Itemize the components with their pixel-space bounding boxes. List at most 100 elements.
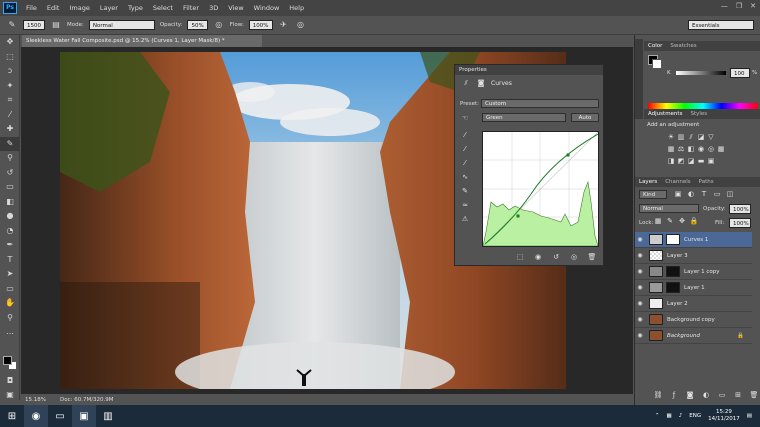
path-select-tool-icon[interactable]: ➤ [0,267,20,282]
threshold-icon[interactable]: ◪ [686,157,696,166]
filter-type-icon[interactable]: T [699,190,709,199]
filter-smart-icon[interactable]: ◫ [725,190,735,199]
layer-filter-select[interactable]: Kind [639,190,667,199]
menu-image[interactable]: Image [64,4,94,12]
clipping-warning-icon[interactable]: ⚠ [460,215,470,224]
layer-row-layer-1-copy[interactable]: ◉ Layer 1 copy [635,264,752,280]
hue-saturation-icon[interactable]: ▦ [666,145,676,154]
app-taskbar-icon[interactable]: ▥ [96,405,120,427]
curve-graph[interactable] [482,131,599,247]
smooth-curve-icon[interactable]: ≈ [460,201,470,210]
menu-view[interactable]: View [223,4,248,12]
color-bg-swatch[interactable] [652,59,662,69]
brush-tool-icon[interactable]: ✎ [6,19,18,31]
menu-window[interactable]: Window [249,4,285,12]
layer-mask-thumb[interactable] [666,266,680,277]
visibility-eye-icon[interactable]: ◉ [635,284,645,291]
pressure-opacity-icon[interactable]: ◎ [213,19,225,31]
blur-tool-icon[interactable]: ● [0,209,20,224]
menu-type[interactable]: Type [123,4,148,12]
tab-swatches[interactable]: Swatches [670,41,696,51]
opacity-field[interactable]: 50% [187,20,208,30]
shape-tool-icon[interactable]: ▭ [0,282,20,297]
photoshop-taskbar-icon[interactable]: ▣ [72,405,96,427]
gray-point-eyedropper-icon[interactable]: ⁄ [460,145,470,154]
layer-row-layer-3[interactable]: ◉ Layer 3 [635,248,752,264]
delete-adjustment-icon[interactable]: 🗑 [587,253,597,262]
view-previous-icon[interactable]: ◉ [533,253,543,262]
brightness-icon[interactable]: ☀ [666,133,676,142]
document-tab[interactable]: Sleekless Water Fall Composite.psd @ 15.… [22,35,262,47]
layer-name[interactable]: Background [667,333,700,339]
layer-mask-thumb[interactable] [666,234,680,245]
volume-icon[interactable]: ♪ [679,413,683,419]
channel-select[interactable]: Green [482,113,566,122]
quick-select-tool-icon[interactable]: ✦ [0,79,20,94]
layer-style-icon[interactable]: ƒ [669,391,679,400]
new-layer-icon[interactable]: ⊞ [733,391,743,400]
add-mask-icon[interactable]: ◙ [685,391,695,400]
visibility-eye-icon[interactable]: ◉ [635,236,645,243]
menu-help[interactable]: Help [284,4,309,12]
marquee-tool-icon[interactable]: ⬚ [0,50,20,65]
pen-tool-icon[interactable]: ✒ [0,238,20,253]
layer-row-background-copy[interactable]: ◉ Background copy [635,312,752,328]
link-layers-icon[interactable]: ⛓ [653,391,663,400]
doc-size[interactable]: Doc: 60.7M/320.9M [60,397,114,403]
brush-size-field[interactable]: 1500 [23,20,45,30]
file-explorer-icon[interactable]: ▭ [48,405,72,427]
auto-button[interactable]: Auto [571,113,599,122]
visibility-eye-icon[interactable]: ◉ [635,332,645,339]
tab-styles[interactable]: Styles [690,109,707,119]
hand-tool-icon[interactable]: ✋ [0,296,20,311]
lock-transparency-icon[interactable]: ▦ [653,217,663,226]
visibility-eye-icon[interactable]: ◉ [635,268,645,275]
menu-filter[interactable]: Filter [178,4,204,12]
tab-color[interactable]: Color [648,41,662,51]
k-slider[interactable] [676,71,726,75]
more-tools-icon[interactable]: … [0,325,20,340]
tray-chevron-icon[interactable]: ⌃ [655,413,660,419]
language-indicator[interactable]: ENG [689,413,701,419]
airbrush-icon[interactable]: ✈ [278,19,290,31]
black-point-eyedropper-icon[interactable]: ⁄ [460,131,470,140]
channel-mixer-icon[interactable]: ◎ [706,145,716,154]
filter-adjustment-icon[interactable]: ◐ [686,190,696,199]
photo-filter-icon[interactable]: ◉ [696,145,706,154]
eyedropper-tool-icon[interactable]: ⁄ [0,108,20,123]
collapsed-panel-strip[interactable] [635,39,643,119]
brush-panel-icon[interactable]: ▤ [50,19,62,31]
k-value-field[interactable]: 100 [730,68,750,78]
exposure-icon[interactable]: ◪ [696,133,706,142]
brush-tool-icon[interactable]: ✎ [0,136,20,151]
gradient-tool-icon[interactable]: ◧ [0,195,20,210]
preset-select[interactable]: Custom [481,99,599,108]
tab-paths[interactable]: Paths [699,177,714,187]
visibility-eye-icon[interactable]: ◉ [635,300,645,307]
flow-field[interactable]: 100% [248,20,273,30]
color-balance-icon[interactable]: ⚖ [676,145,686,154]
blend-mode-select[interactable]: Normal [639,204,699,213]
clip-to-layer-icon[interactable]: ⬚ [515,253,525,262]
menu-edit[interactable]: Edit [42,4,65,12]
layer-row-layer-1[interactable]: ◉ Layer 1 [635,280,752,296]
clone-stamp-tool-icon[interactable]: ⚲ [0,151,20,166]
menu-file[interactable]: File [21,4,42,12]
windows-start-icon[interactable]: ⊞ [0,405,24,427]
lock-position-icon[interactable]: ✥ [677,217,687,226]
selective-color-icon[interactable]: ▣ [706,157,716,166]
network-icon[interactable]: ▦ [667,413,672,419]
menu-3d[interactable]: 3D [204,4,223,12]
restore-button[interactable]: ❐ [736,2,742,10]
history-brush-tool-icon[interactable]: ↺ [0,166,20,181]
fill-field[interactable]: 100% [729,218,751,228]
levels-icon[interactable]: ▥ [676,133,686,142]
lock-all-icon[interactable]: 🔒 [689,217,699,226]
eraser-tool-icon[interactable]: ▭ [0,180,20,195]
clock[interactable]: 15:29 14/11/2017 [708,409,740,423]
layer-mask-icon[interactable]: ◙ [476,79,486,88]
posterize-icon[interactable]: ◩ [676,157,686,166]
lasso-tool-icon[interactable]: ↄ [0,64,20,79]
curves-icon[interactable]: ⫽ [686,133,696,142]
minimize-button[interactable]: — [721,2,728,10]
